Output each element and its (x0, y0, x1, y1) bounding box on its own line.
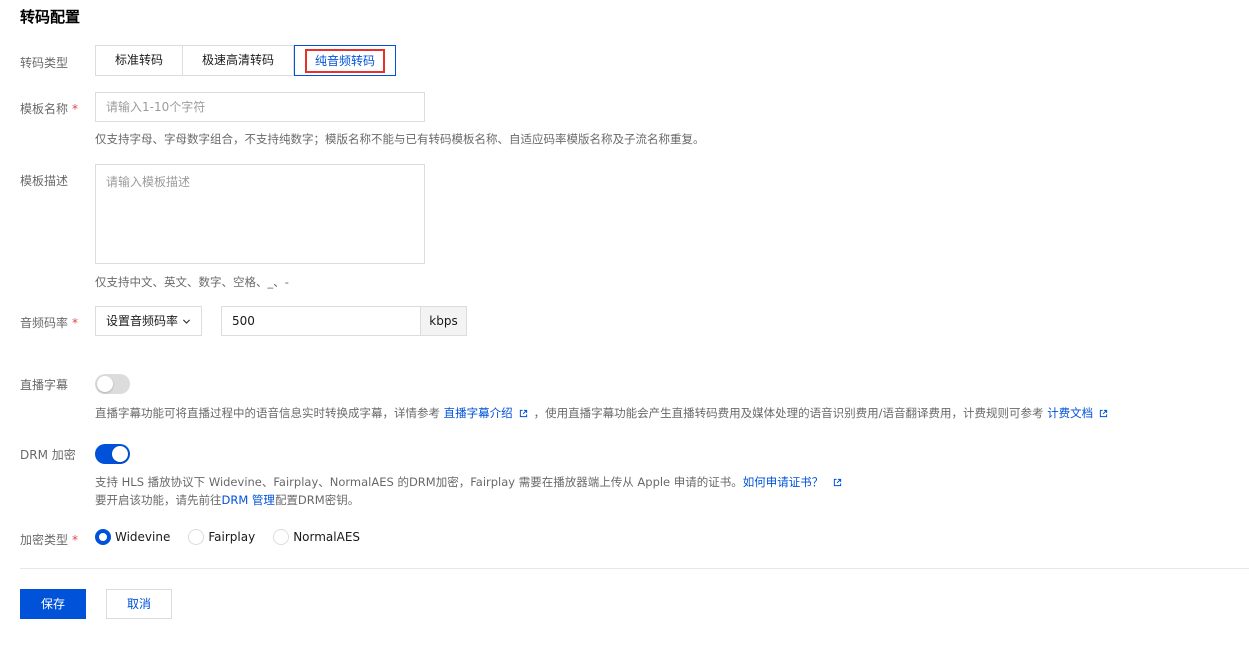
switch-knob (112, 446, 128, 462)
external-link-icon[interactable] (1099, 409, 1108, 418)
switch-knob (97, 376, 113, 392)
transcode-type-hd[interactable]: 极速高清转码 (183, 46, 295, 75)
transcode-type-label: 转码类型 (20, 56, 69, 70)
template-name-input[interactable] (95, 92, 425, 122)
footer-divider (20, 568, 1249, 569)
page-title: 转码配置 (20, 8, 81, 26)
audio-bitrate-select[interactable]: 设置音频码率 (95, 306, 202, 336)
drm-help-line1: 支持 HLS 播放协议下 Widevine、Fairplay、NormalAES… (95, 474, 848, 490)
drm-label: DRM 加密 (20, 448, 76, 462)
template-name-help: 仅支持字母、字母数字组合，不支持纯数字；模版名称不能与已有转码模板名称、自适应码… (95, 132, 705, 146)
transcode-type-audio-only[interactable]: 纯音频转码 (294, 45, 397, 76)
live-subtitle-intro-link[interactable]: 直播字幕介绍 (444, 406, 513, 420)
radio-unchecked-icon (188, 529, 205, 545)
chevron-down-icon (182, 318, 191, 324)
template-desc-textarea[interactable] (95, 164, 425, 264)
transcode-type-segmented: 标准转码 极速高清转码 纯音频转码 (95, 45, 397, 76)
live-subtitle-label: 直播字幕 (20, 378, 69, 392)
drm-help-line2: 要开启该功能，请先前往DRM 管理配置DRM密钥。 (95, 493, 360, 507)
drm-switch[interactable] (95, 444, 130, 464)
audio-bitrate-input[interactable] (222, 307, 420, 335)
live-subtitle-switch[interactable] (95, 374, 130, 394)
drm-manage-link[interactable]: DRM 管理 (222, 493, 275, 507)
audio-bitrate-select-value: 设置音频码率 (106, 314, 179, 328)
external-link-icon[interactable] (519, 409, 528, 418)
transcode-type-standard[interactable]: 标准转码 (96, 46, 184, 75)
encrypt-type-radio-group: Widevine Fairplay NormalAES (95, 529, 378, 545)
transcode-type-audio-only-label: 纯音频转码 (305, 48, 386, 73)
template-desc-label: 模板描述 (20, 174, 69, 188)
audio-bitrate-input-group: kbps (221, 306, 467, 336)
live-subtitle-help: 直播字幕功能可将直播过程中的语音信息实时转换成字幕，详情参考 直播字幕介绍 ，使用… (95, 405, 1114, 421)
encrypt-type-fairplay[interactable]: Fairplay (188, 529, 255, 545)
template-desc-help: 仅支持中文、英文、数字、空格、_、- (95, 275, 289, 289)
cancel-button[interactable]: 取消 (106, 589, 172, 619)
external-link-icon[interactable] (833, 478, 842, 487)
radio-checked-icon (95, 529, 111, 545)
save-button[interactable]: 保存 (20, 589, 86, 619)
apply-certificate-link[interactable]: 如何申请证书？ (743, 475, 824, 489)
billing-doc-link[interactable]: 计费文档 (1047, 406, 1093, 420)
encrypt-type-label: 加密类型 * (20, 533, 79, 547)
template-name-label: 模板名称 * (20, 102, 79, 116)
encrypt-type-widevine[interactable]: Widevine (95, 529, 170, 545)
encrypt-type-normalaes[interactable]: NormalAES (273, 529, 360, 545)
audio-bitrate-label: 音频码率 * (20, 316, 79, 330)
radio-unchecked-icon (273, 529, 290, 545)
audio-bitrate-unit: kbps (420, 307, 466, 335)
